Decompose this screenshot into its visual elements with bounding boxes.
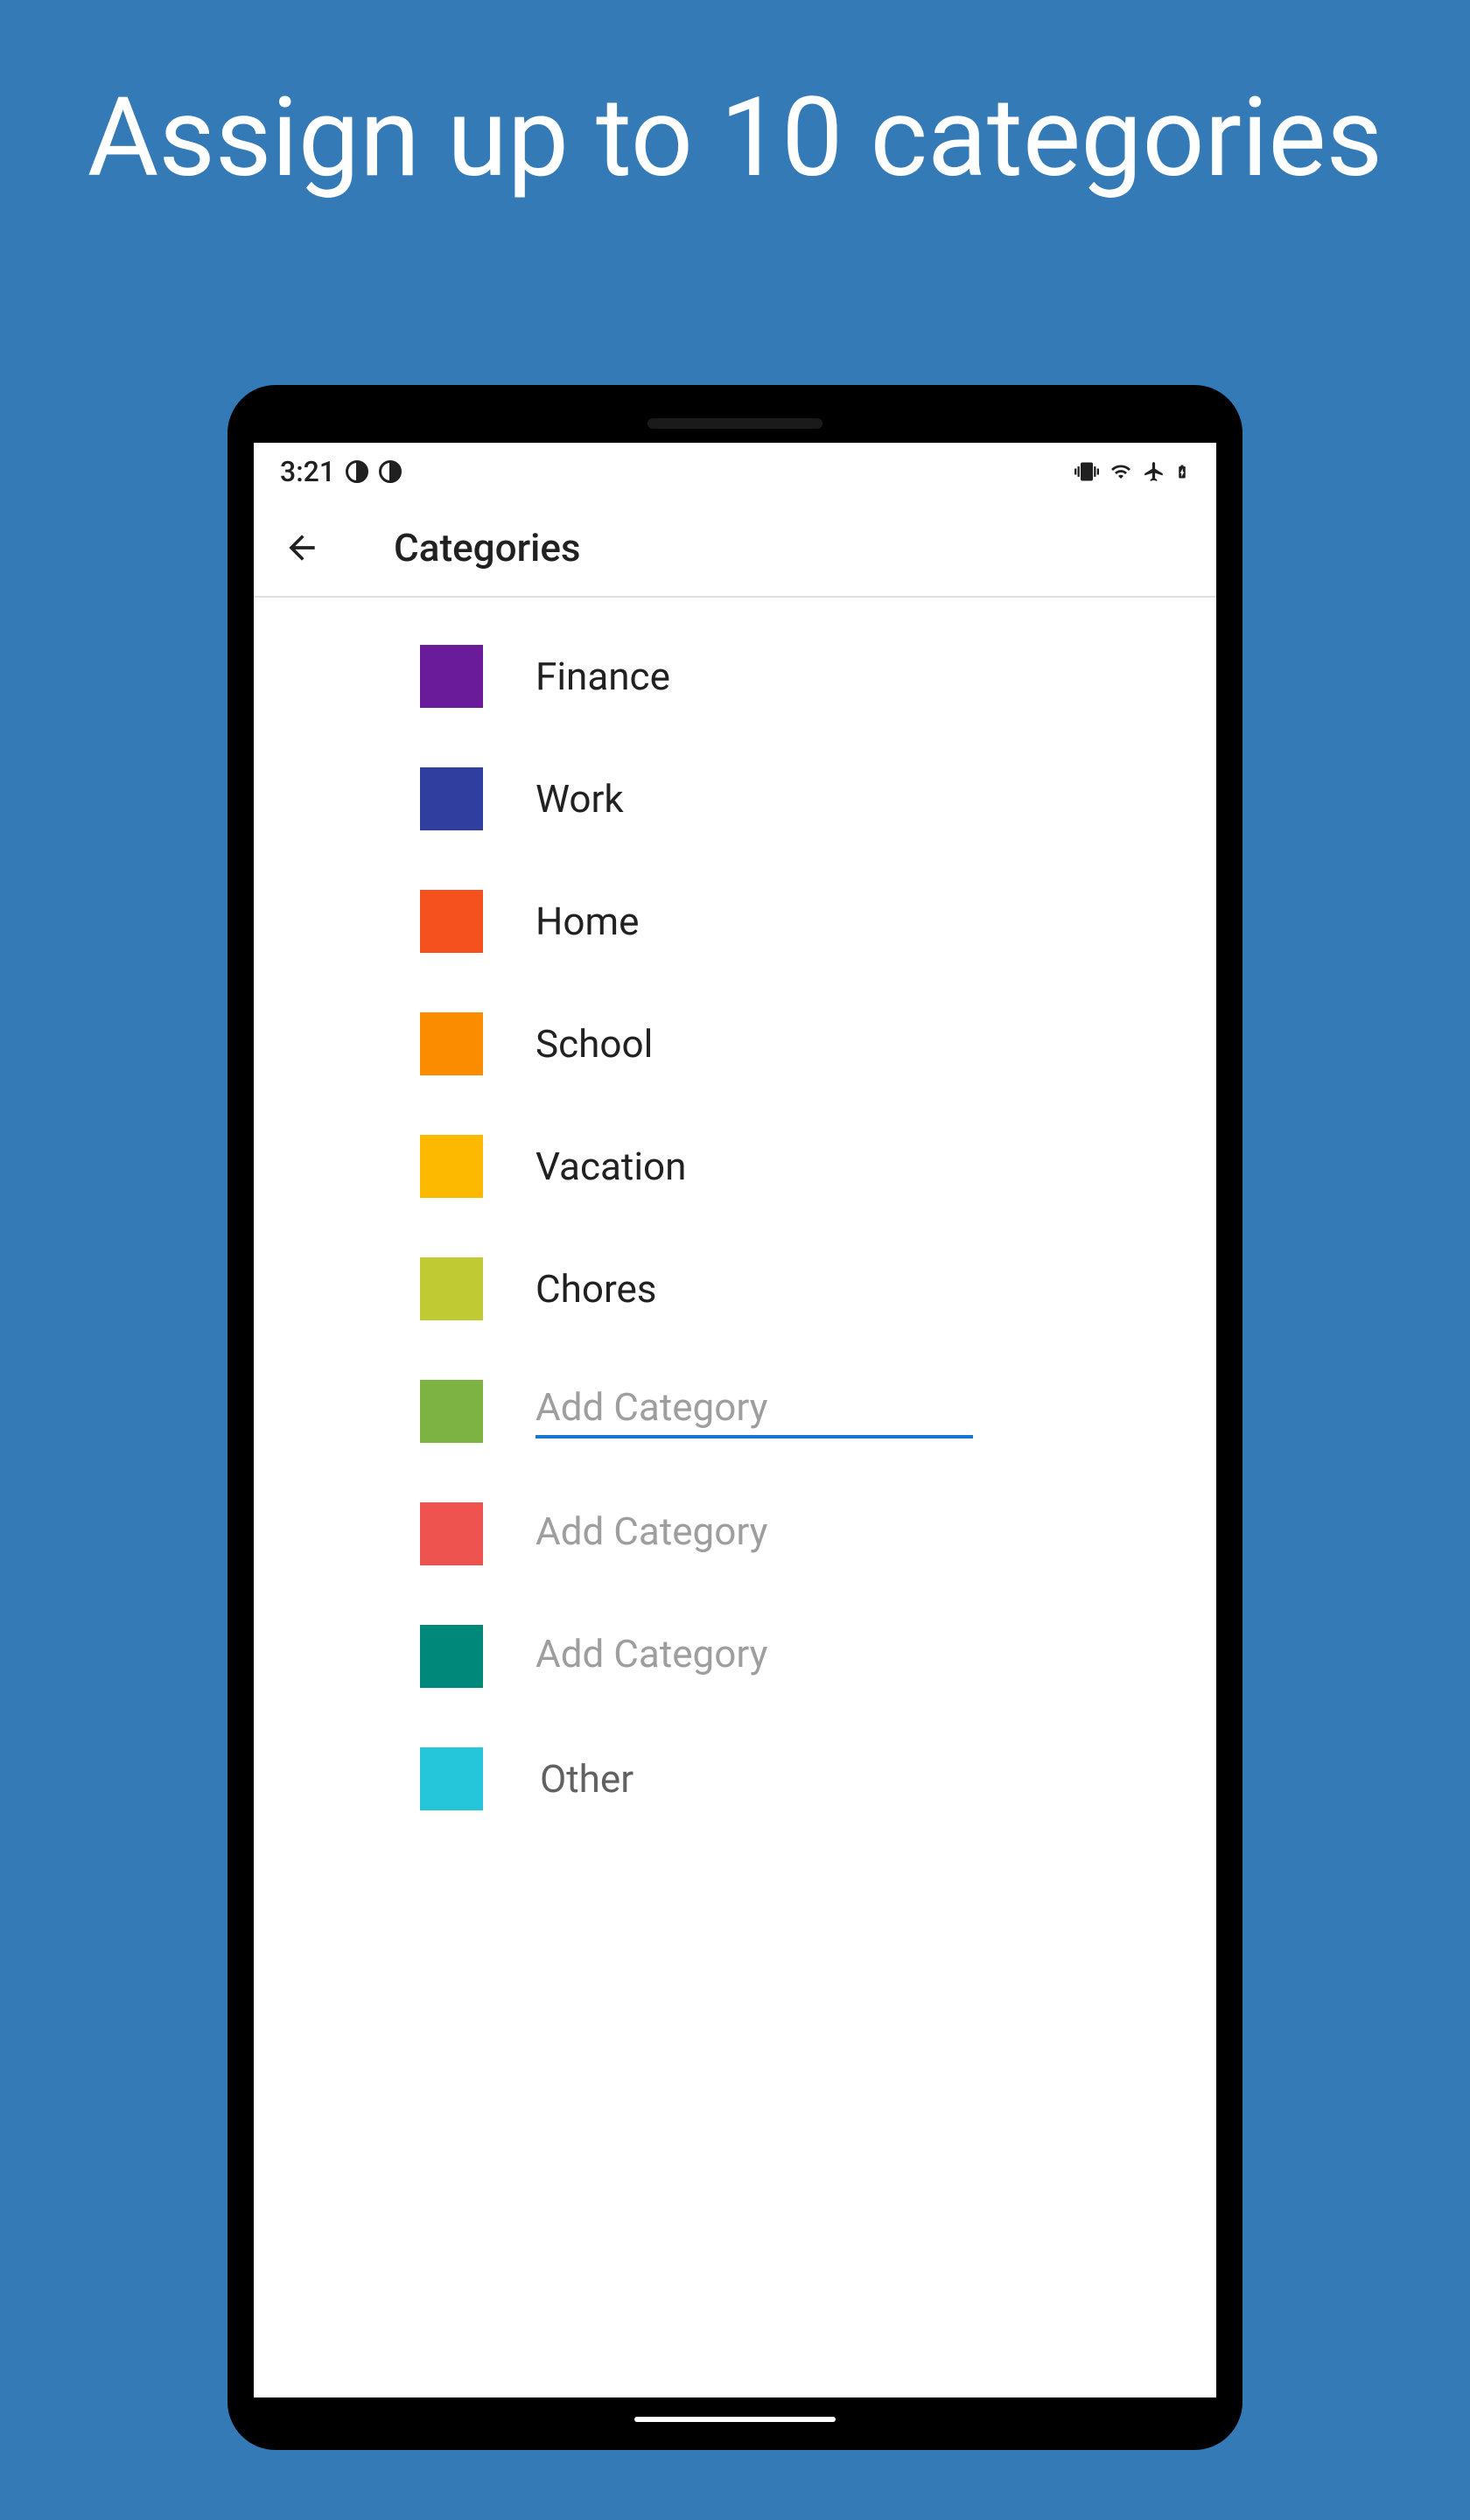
category-row-add-1[interactable]	[254, 1350, 1216, 1473]
promo-title: Assign up to 10 categories	[0, 0, 1470, 206]
color-swatch[interactable]	[420, 1625, 483, 1688]
status-bar-right	[1074, 459, 1190, 484]
home-indicator[interactable]	[634, 2417, 836, 2422]
color-swatch[interactable]	[420, 1257, 483, 1320]
vibrate-icon	[1074, 459, 1099, 484]
color-swatch[interactable]	[420, 1502, 483, 1565]
category-row-vacation[interactable]: Vacation	[254, 1105, 1216, 1228]
phone-screen: 3:21	[254, 443, 1216, 2398]
category-row-home[interactable]: Home	[254, 860, 1216, 983]
battery-icon	[1174, 459, 1190, 484]
color-swatch[interactable]	[420, 1380, 483, 1443]
color-swatch[interactable]	[420, 645, 483, 708]
color-swatch[interactable]	[420, 1747, 483, 1810]
status-time: 3:21	[280, 455, 335, 488]
phone-inner-frame: 3:21	[243, 401, 1227, 2434]
category-list: Finance Work Home School	[254, 598, 1216, 1858]
dnd-icon	[379, 460, 402, 483]
color-swatch[interactable]	[420, 1135, 483, 1198]
color-swatch[interactable]	[420, 1012, 483, 1075]
category-row-chores[interactable]: Chores	[254, 1228, 1216, 1350]
phone-frame: 3:21	[228, 385, 1242, 2450]
color-swatch[interactable]	[420, 890, 483, 953]
app-bar: Categories	[254, 500, 1216, 598]
category-label: Chores	[536, 1266, 657, 1312]
dnd-icon	[346, 460, 368, 483]
category-label: Work	[536, 776, 624, 822]
category-row-school[interactable]: School	[254, 983, 1216, 1105]
category-input[interactable]	[536, 1631, 973, 1682]
category-label: School	[536, 1021, 653, 1067]
back-button[interactable]	[280, 526, 324, 570]
category-row-finance[interactable]: Finance	[254, 615, 1216, 738]
status-bar: 3:21	[254, 443, 1216, 500]
wifi-icon	[1108, 461, 1134, 482]
category-input[interactable]	[536, 1508, 973, 1559]
phone-speaker	[648, 418, 822, 429]
category-label: Vacation	[536, 1144, 686, 1189]
status-bar-left: 3:21	[280, 455, 402, 488]
category-label: Home	[536, 899, 639, 944]
category-label: Other	[540, 1756, 634, 1802]
category-row-other[interactable]: Other	[254, 1718, 1216, 1840]
airplane-icon	[1143, 460, 1166, 483]
arrow-back-icon	[283, 528, 321, 567]
category-input[interactable]	[536, 1384, 973, 1438]
page-title: Categories	[394, 525, 581, 570]
color-swatch[interactable]	[420, 767, 483, 830]
category-row-add-2[interactable]	[254, 1473, 1216, 1595]
category-row-work[interactable]: Work	[254, 738, 1216, 860]
category-label: Finance	[536, 654, 670, 699]
category-row-add-3[interactable]	[254, 1595, 1216, 1718]
